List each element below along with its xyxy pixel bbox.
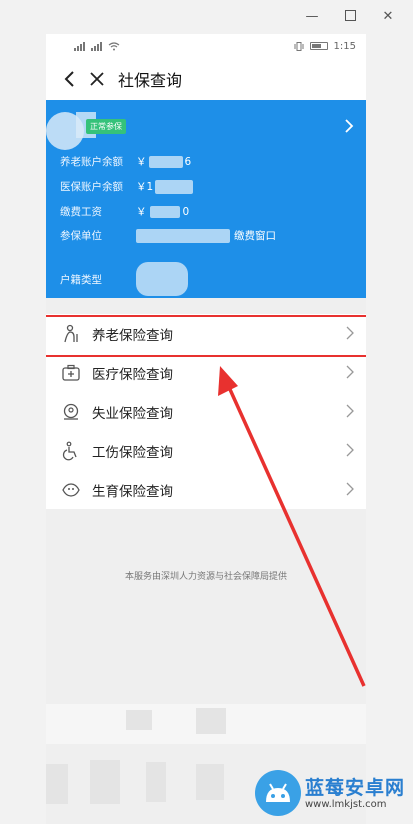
service-provider-note: 本服务由深圳人力资源与社会保障局提供: [124, 572, 287, 582]
wage-prefix: ￥: [136, 206, 147, 218]
vibrate-icon: [294, 41, 304, 51]
watermark-title: 蓝莓安卓网: [304, 776, 405, 799]
watermark-url: www.lmkjst.com: [304, 798, 387, 810]
menu-item-label: 医疗保险查询: [92, 366, 173, 383]
status-time: 1:15: [333, 40, 356, 52]
wage-label: 缴费工资: [60, 206, 102, 218]
menu-item-label: 养老保险查询: [92, 327, 173, 344]
menu-item-unemployment[interactable]: 失业保险查询: [46, 392, 366, 431]
medical-balance-label: 医保账户余额: [60, 181, 123, 193]
wifi-icon: [108, 41, 120, 50]
battery-icon: [309, 42, 328, 50]
chevron-right-icon: [346, 365, 354, 379]
redacted-value: [136, 262, 188, 296]
wage-row: 缴费工资 ￥ 0: [60, 204, 189, 219]
unemployment-icon: [60, 401, 82, 423]
chevron-right-icon: [346, 404, 354, 418]
wheelchair-icon: [60, 440, 82, 462]
chevron-right-icon[interactable]: [344, 118, 354, 134]
menu-item-pension[interactable]: 养老保险查询: [46, 314, 366, 357]
insurance-info-card[interactable]: 正常参保 养老账户余额 ￥ 6 医保账户余额 ￥1 缴费工资 ￥ 0 参保单位 …: [46, 100, 366, 298]
blurred-block: [196, 764, 224, 800]
android-logo-icon: [254, 770, 301, 816]
nav-bar: 社保查询: [46, 58, 366, 100]
menu-item-label: 工伤保险查询: [92, 444, 173, 461]
blurred-block: [90, 760, 120, 804]
pension-balance-label: 养老账户余额: [60, 156, 123, 168]
pension-balance-row: 养老账户余额 ￥ 6: [60, 154, 191, 169]
medical-kit-icon: [60, 362, 82, 384]
redacted-value: [136, 228, 230, 243]
insurance-menu: 养老保险查询 医疗保险查询 失业保险查询 工伤保险查询 生育保险查询: [46, 314, 366, 509]
blurred-bottom-bar: [46, 704, 366, 744]
medical-balance-row: 医保账户余额 ￥1: [60, 179, 194, 194]
chevron-right-icon: [346, 326, 354, 340]
blurred-block: [46, 764, 68, 804]
household-type-label: 户籍类型: [60, 273, 102, 286]
pension-balance-prefix: ￥: [136, 156, 147, 168]
elderly-icon: [60, 323, 82, 345]
employer-label: 参保单位: [60, 230, 102, 242]
maximize-button[interactable]: [343, 5, 357, 29]
menu-item-medical[interactable]: 医疗保险查询: [46, 353, 366, 392]
close-window-button[interactable]: ✕: [381, 6, 395, 28]
redacted-value: [155, 179, 194, 194]
redacted-value: [149, 205, 180, 218]
signal-icon: [74, 41, 85, 51]
back-icon[interactable]: [58, 68, 80, 90]
signal-icon-2: [91, 41, 102, 51]
status-bar: 1:15: [46, 34, 366, 58]
minimize-button[interactable]: —: [305, 6, 319, 28]
blurred-block: [146, 762, 166, 802]
chevron-right-icon: [346, 482, 354, 496]
medical-balance-prefix: ￥1: [136, 181, 154, 193]
close-icon[interactable]: [86, 68, 108, 90]
status-badge: 正常参保: [86, 119, 126, 134]
phone-screen: 1:15 社保查询 正常参保 养老账户余额 ￥ 6 医保账户余额 ￥1 缴费工资: [46, 34, 366, 824]
wage-suffix: 0: [182, 205, 190, 218]
menu-item-maternity[interactable]: 生育保险查询: [46, 470, 366, 509]
household-type-row: 户籍类型: [60, 262, 188, 296]
menu-item-label: 生育保险查询: [92, 483, 173, 500]
redacted-value: [148, 155, 183, 168]
pension-balance-suffix: 6: [184, 155, 192, 168]
chevron-right-icon: [346, 443, 354, 457]
maternity-icon: [60, 479, 82, 501]
menu-item-work-injury[interactable]: 工伤保险查询: [46, 431, 366, 470]
page-title: 社保查询: [118, 71, 183, 90]
site-watermark: 蓝莓安卓网 www.lmkjst.com: [254, 770, 405, 816]
menu-item-label: 失业保险查询: [92, 405, 173, 422]
employer-row: 参保单位 缴费窗口: [60, 228, 276, 243]
window-controls: — ✕: [305, 6, 395, 28]
employer-suffix: 缴费窗口: [234, 230, 276, 242]
